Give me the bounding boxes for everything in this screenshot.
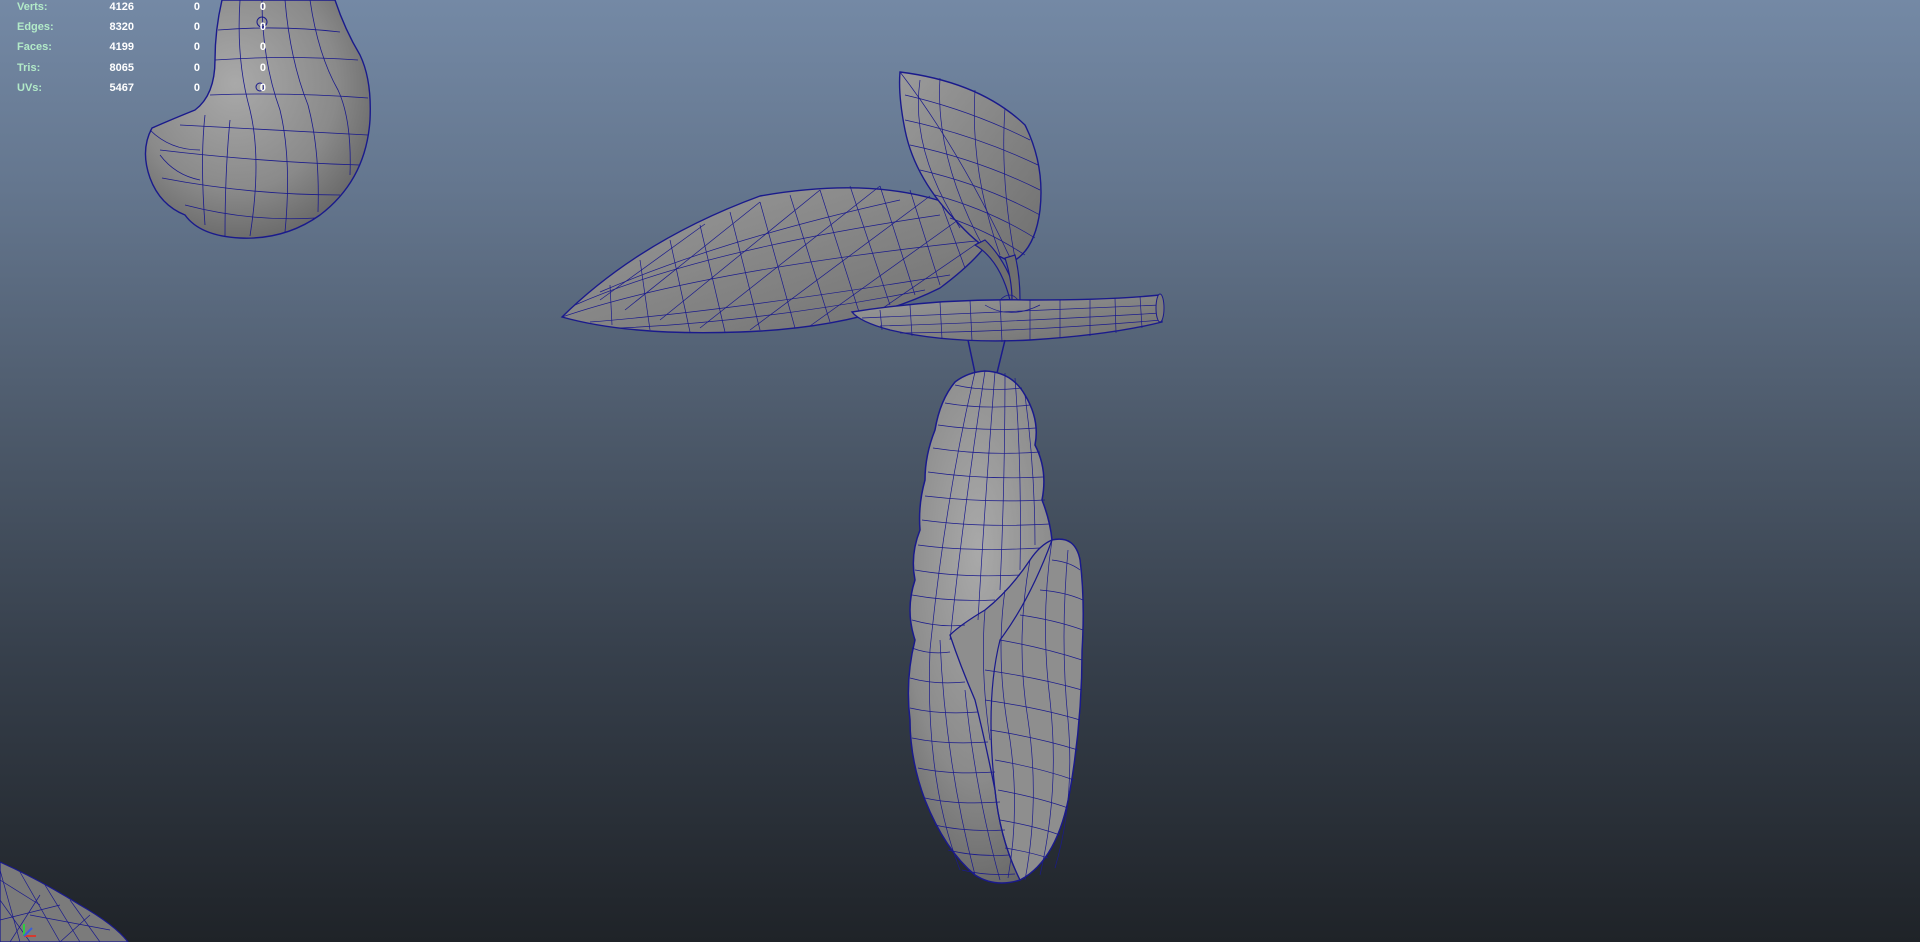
hud-label: Faces: — [17, 41, 52, 53]
hud-count: 8320 — [109, 21, 134, 33]
hud-selected: 0 — [193, 82, 200, 94]
chrysalis[interactable] — [907, 370, 1084, 884]
viewport-panel[interactable]: Verts: 4126 0 0 Edges: 8320 0 0 Faces: 4… — [0, 0, 1920, 942]
hud-row-tris: Tris: 8065 0 0 — [0, 62, 300, 82]
hud-count: 5467 — [109, 82, 134, 94]
hud-selected: 0 — [193, 21, 200, 33]
hud-label: Tris: — [17, 62, 41, 74]
hud-count: 4126 — [109, 1, 134, 13]
silk-threads — [967, 339, 1006, 374]
hud-row-verts: Verts: 4126 0 0 — [0, 1, 300, 21]
hud-label: Verts: — [17, 1, 48, 13]
hud-row-uvs: UVs: 5467 0 0 — [0, 82, 300, 102]
hud-row-edges: Edges: 8320 0 0 — [0, 21, 300, 41]
hud-count: 8065 — [109, 62, 134, 74]
hud-uv-selected: 0 — [259, 1, 266, 13]
hud-row-faces: Faces: 4199 0 0 — [0, 41, 300, 61]
hud-uv-selected: 0 — [259, 41, 266, 53]
axis-gizmo-icon — [23, 924, 36, 937]
hud-uv-selected: 0 — [259, 82, 266, 94]
hud-label: Edges: — [17, 21, 54, 33]
scene-canvas[interactable] — [0, 0, 1920, 942]
hud-selected: 0 — [193, 1, 200, 13]
poly-count-hud: Verts: 4126 0 0 Edges: 8320 0 0 Faces: 4… — [0, 0, 300, 100]
hud-selected: 0 — [193, 62, 200, 74]
hud-uv-selected: 0 — [259, 62, 266, 74]
hud-selected: 0 — [193, 41, 200, 53]
hud-uv-selected: 0 — [259, 21, 266, 33]
hud-count: 4199 — [109, 41, 134, 53]
hud-label: UVs: — [17, 82, 43, 94]
